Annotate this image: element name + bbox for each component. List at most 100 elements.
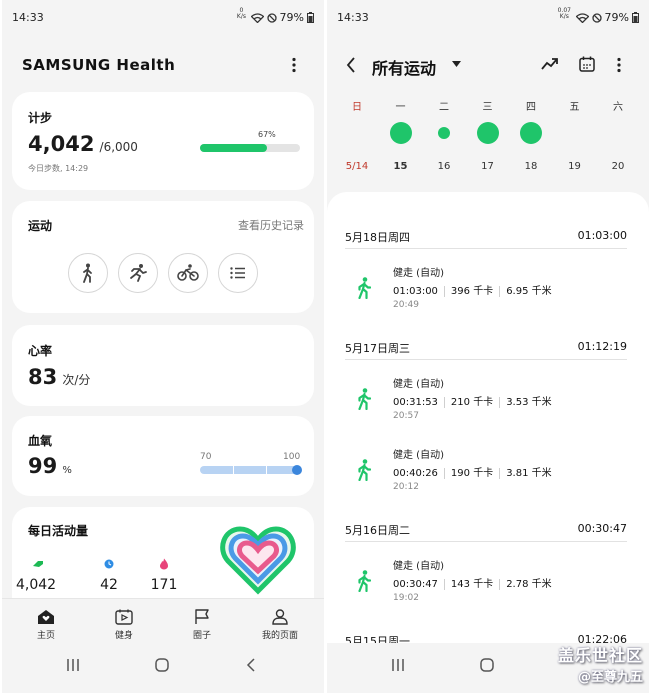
system-icons: 79%: [250, 11, 314, 24]
blood-oxygen-marker: [291, 465, 302, 475]
activity-dot[interactable]: [389, 122, 412, 144]
weekday-label: 二: [439, 102, 449, 113]
header-title[interactable]: 所有运动: [372, 55, 436, 79]
heart-rate-card[interactable]: 心率 83 次/分: [12, 325, 314, 406]
heart-rate-value-row: 83 次/分: [28, 365, 90, 389]
blood-oxygen-title: 血氧: [28, 434, 53, 448]
trends-icon[interactable]: [541, 57, 559, 71]
exercise-row[interactable]: 健走 (自动) 00:40:26 190 千卡 3.81 千米 20:12: [327, 439, 649, 503]
blood-oxygen-card[interactable]: 血氧 99 % 70 100: [12, 416, 314, 496]
exercise-stats: 00:40:26 190 千卡 3.81 千米: [393, 464, 552, 479]
more-options-icon[interactable]: [615, 57, 623, 73]
weekday-label: 六: [613, 102, 623, 113]
exercise-row[interactable]: 健走 (自动) 01:03:00 396 千卡 6.95 千米 20:49: [327, 257, 649, 321]
exercise-card: 运动 查看历史记录: [12, 201, 314, 313]
dropdown-arrow-icon[interactable]: [452, 61, 461, 67]
watermark: 盖乐世社区 @至尊九五: [558, 642, 643, 685]
date-group-header: 5月18日周四 01:03:00: [345, 229, 627, 249]
do-not-disturb-icon: [591, 12, 602, 23]
flame-icon: [160, 558, 168, 570]
blood-oxygen-value: 99: [28, 454, 58, 478]
steps-title: 计步: [28, 111, 53, 125]
daily-steps-value: 4,042: [16, 577, 57, 593]
blood-oxygen-range-bar: [200, 465, 302, 475]
exercise-stats: 00:30:47 143 千卡 2.78 千米: [393, 575, 552, 590]
range-divider: [266, 466, 267, 474]
steps-value-row: 4,042 /6,000: [28, 132, 138, 156]
system-nav-bar: [2, 643, 324, 693]
exercise-row[interactable]: 健走 (自动) 00:31:53 210 千卡 3.53 千米 20:57: [327, 368, 649, 432]
heart-rate-unit: 次/分: [62, 373, 91, 387]
blood-oxygen-value-row: 99 %: [28, 454, 72, 478]
history-link[interactable]: 查看历史记录: [238, 217, 304, 233]
exercise-start-time: 20:12: [393, 482, 419, 492]
tab-home[interactable]: 主页: [16, 609, 76, 641]
weekday-label: 四: [526, 102, 536, 113]
steps-card[interactable]: 计步 4,042 /6,000 今日步数, 14:29 67%: [12, 92, 314, 190]
tab-fitness[interactable]: 健身: [94, 609, 154, 641]
all-exercises-screen: 14:33 0.07 K/s 79% 所有运动 日 5/14 一 15 二 16 三 17 四 1…: [327, 0, 649, 693]
exercise-name: 健走 (自动): [393, 450, 444, 461]
screenshot-root: 14:33 0 K/s 79% SAMSUNG Health 计步 4,042 …: [0, 0, 650, 693]
back-button-icon[interactable]: [246, 658, 256, 672]
cycling-button[interactable]: [168, 253, 208, 293]
exercise-stats: 00:31:53 210 千卡 3.53 千米: [393, 393, 552, 408]
exercise-list-button[interactable]: [218, 253, 258, 293]
watermark-line-2: @至尊九五: [577, 670, 643, 685]
status-bar: 14:33 0.07 K/s 79%: [327, 0, 649, 34]
do-not-disturb-icon: [266, 12, 277, 23]
walking-icon: [83, 263, 92, 283]
activity-dot[interactable]: [476, 122, 499, 144]
date-label[interactable]: 15: [383, 161, 419, 172]
back-arrow-icon[interactable]: [346, 57, 356, 73]
system-icons: 79%: [575, 11, 639, 24]
exercise-row[interactable]: 健走 (自动) 00:30:47 143 千卡 2.78 千米 19:02: [327, 550, 649, 614]
steps-value: 4,042: [28, 132, 95, 156]
walking-icon: [357, 459, 372, 485]
exercise-duration: 00:31:53: [393, 397, 438, 408]
walking-icon: [357, 277, 372, 303]
daily-activity-title: 每日活动量: [28, 524, 89, 538]
tab-together-label: 圈子: [192, 631, 211, 641]
weekday-label: 一: [395, 102, 406, 113]
recent-apps-icon[interactable]: [391, 658, 405, 672]
wifi-icon: [250, 12, 264, 23]
date-label[interactable]: 17: [470, 161, 506, 172]
activity-dot[interactable]: [438, 127, 450, 139]
date-label[interactable]: 20: [600, 161, 636, 172]
date-label[interactable]: 5/14: [339, 161, 375, 172]
heart-rate-value: 83: [28, 365, 58, 389]
date-label[interactable]: 18: [513, 161, 549, 172]
battery-icon: [307, 12, 314, 23]
date-label[interactable]: 19: [557, 161, 593, 172]
home-button-icon[interactable]: [155, 658, 169, 672]
watermark-line-1: 盖乐世社区: [557, 646, 643, 665]
battery-percent: 79%: [279, 11, 304, 24]
more-options-icon[interactable]: [290, 57, 298, 73]
group-total-duration: 00:30:47: [577, 522, 627, 535]
group-total-duration: 01:03:00: [577, 229, 627, 242]
week-calendar-strip: 日 5/14 一 15 二 16 三 17 四 18 五 19 六 20: [327, 90, 649, 190]
home-icon: [38, 610, 54, 624]
tab-together[interactable]: 圈子: [172, 609, 232, 641]
exercise-distance: 3.81 千米: [499, 468, 552, 479]
calendar-icon[interactable]: [579, 56, 595, 72]
running-button[interactable]: [118, 253, 158, 293]
recent-apps-icon[interactable]: [66, 658, 80, 672]
home-button-icon[interactable]: [480, 658, 494, 672]
steps-progress-bar: [200, 144, 300, 152]
steps-icon: [33, 561, 43, 567]
steps-progress-fill: [200, 144, 267, 152]
exercise-name: 健走 (自动): [393, 561, 444, 572]
activity-rings-heart-icon: [220, 526, 296, 595]
exercise-calories: 396 千卡: [443, 286, 494, 297]
steps-goal: /6,000: [99, 140, 138, 154]
date-label[interactable]: 16: [426, 161, 462, 172]
tab-my-page[interactable]: 我的页面: [250, 609, 310, 641]
walking-button[interactable]: [68, 253, 108, 293]
activity-dot[interactable]: [520, 122, 542, 144]
wifi-icon: [575, 12, 589, 23]
group-date: 5月16日周二: [345, 524, 410, 537]
exercise-distance: 3.53 千米: [499, 397, 552, 408]
app-title: SAMSUNG Health: [22, 56, 176, 74]
